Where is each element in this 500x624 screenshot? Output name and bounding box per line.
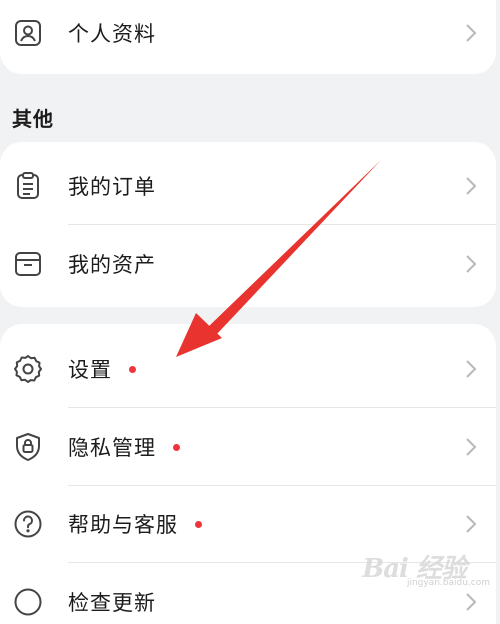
notification-dot <box>129 366 136 373</box>
menu-item-profile[interactable]: 个人资料 <box>0 0 496 72</box>
chevron-right-icon <box>466 360 477 378</box>
chevron-right-icon <box>466 24 477 42</box>
refresh-icon <box>12 586 44 618</box>
menu-item-label: 我的订单 <box>68 175 156 199</box>
menu-item-label: 我的资产 <box>68 253 156 277</box>
gear-icon <box>12 353 44 385</box>
menu-item-label: 帮助与客服 <box>68 513 178 537</box>
menu-item-label: 设置 <box>68 358 112 382</box>
menu-item-label: 个人资料 <box>68 22 156 46</box>
person-card-icon <box>12 17 44 49</box>
question-circle-icon <box>12 508 44 540</box>
chevron-right-icon <box>466 593 477 611</box>
menu-item-privacy[interactable]: 隐私管理 <box>0 408 496 486</box>
notification-dot <box>173 444 180 451</box>
box-icon <box>12 248 44 280</box>
notification-dot <box>195 521 202 528</box>
chevron-right-icon <box>466 438 477 456</box>
clipboard-icon <box>12 170 44 202</box>
profile-card: 个人资料 <box>0 0 496 74</box>
other-card: 我的订单 我的资产 <box>0 142 496 307</box>
chevron-right-icon <box>466 177 477 195</box>
menu-item-label: 隐私管理 <box>68 436 156 460</box>
chevron-right-icon <box>466 515 477 533</box>
menu-item-settings[interactable]: 设置 <box>0 330 496 408</box>
watermark-url: jingyan.baidu.com <box>406 578 490 588</box>
menu-item-assets[interactable]: 我的资产 <box>0 225 496 303</box>
section-title-other: 其他 <box>12 107 54 131</box>
chevron-right-icon <box>466 255 477 273</box>
menu-item-orders[interactable]: 我的订单 <box>0 147 496 225</box>
shield-lock-icon <box>12 431 44 463</box>
watermark: Bai 经验 jingyan.baidu.com <box>362 548 494 588</box>
